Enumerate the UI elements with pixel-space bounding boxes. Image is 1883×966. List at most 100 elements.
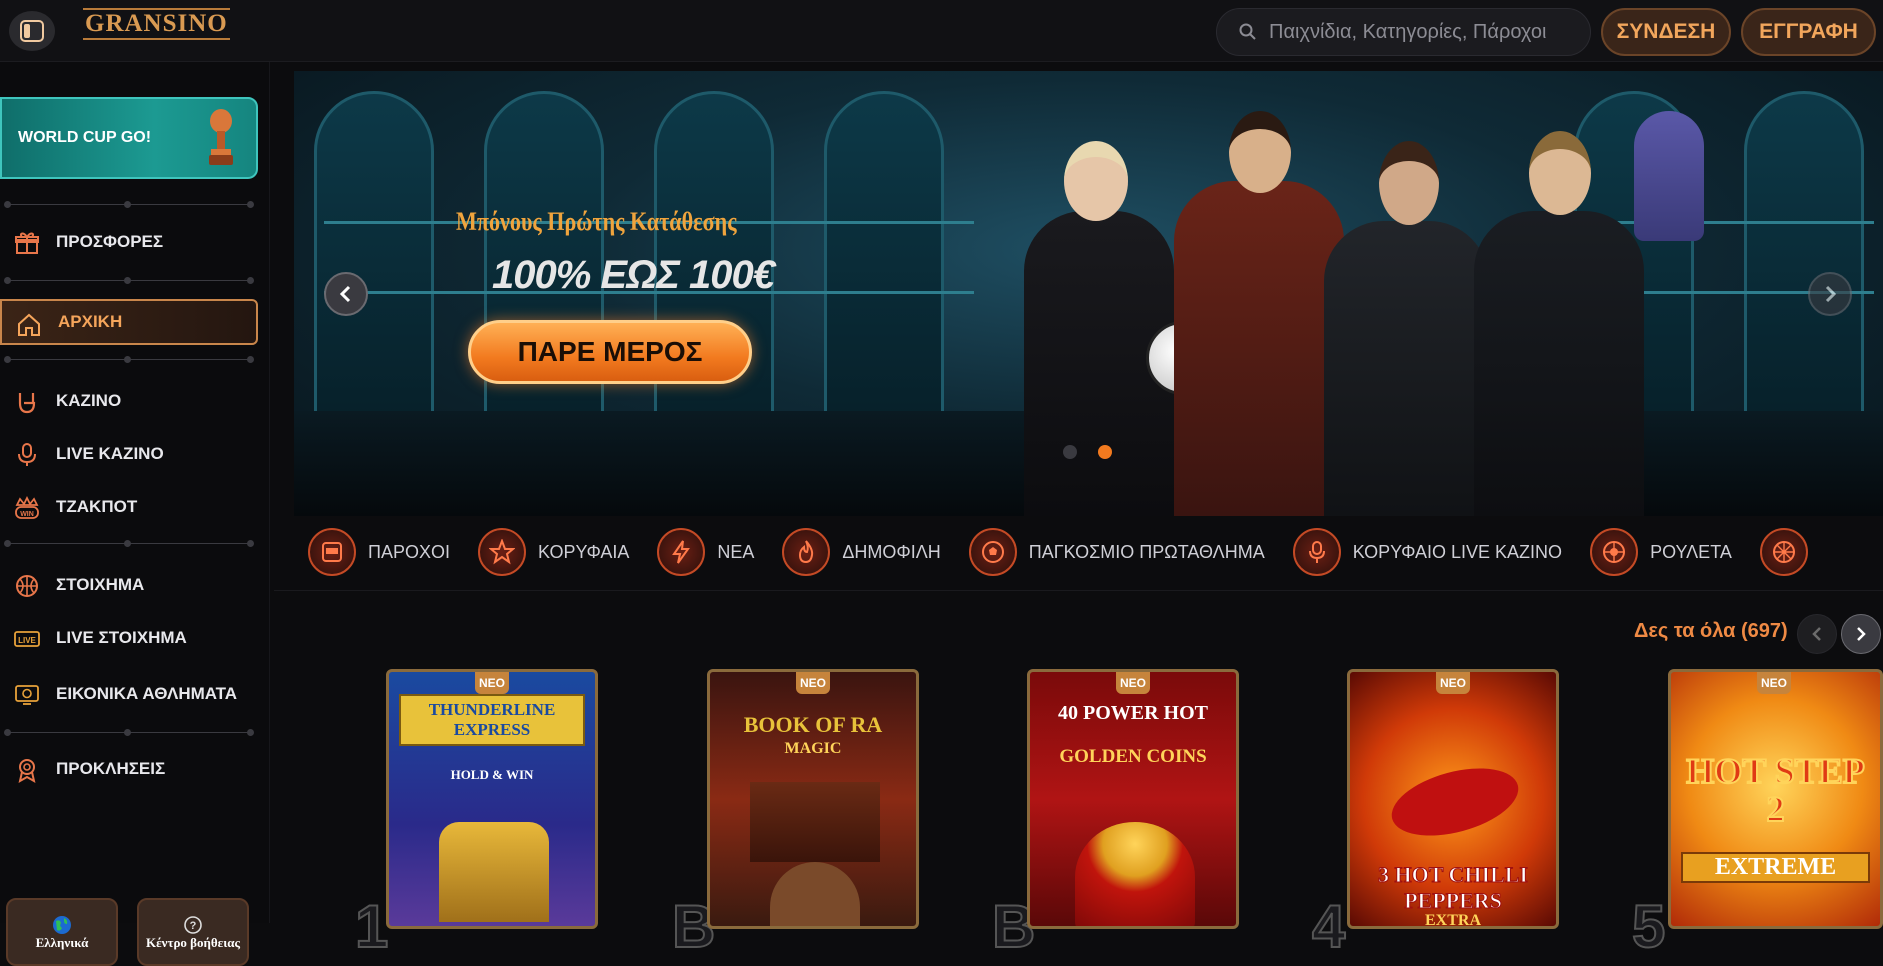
- hero-banner[interactable]: Μπόνους Πρώτης Κατάθεσης 100% ΕΩΣ 100€ Π…: [294, 71, 1883, 516]
- lightning-icon: [657, 528, 706, 576]
- bar-arch: [824, 91, 944, 451]
- hero-cta-button[interactable]: ΠΑΡΕ ΜΕΡΟΣ: [468, 320, 752, 384]
- games-prev-button[interactable]: [1797, 614, 1837, 654]
- sidebar-divider: [0, 275, 258, 287]
- soccer-ball-icon: [968, 528, 1017, 576]
- wheel-icon: [1759, 528, 1808, 576]
- banner-person-head: [1529, 131, 1591, 215]
- help-center-button[interactable]: ? Κέντρο βοήθειας: [137, 898, 249, 966]
- basketball-icon: [16, 575, 38, 597]
- new-badge: ΝΕΟ: [475, 672, 509, 694]
- category-label: ΚΟΡΥΦΑΙΑ: [538, 541, 630, 562]
- category-label: ΝΕΑ: [717, 541, 755, 562]
- new-badge: ΝΕΟ: [1116, 672, 1150, 694]
- temple-illustration: [750, 782, 880, 862]
- category-providers[interactable]: ΠΑΡΟΧΟΙ: [308, 528, 450, 576]
- chevron-right-icon: [1857, 627, 1866, 641]
- sidebar-item-label: ΠΡΟΣΦΟΡΕΣ: [56, 232, 164, 251]
- foam-finger: [1634, 111, 1704, 241]
- category-top-live-casino[interactable]: ΚΟΡΥΦΑΙΟ LIVE ΚΑΖΙΝΟ: [1292, 528, 1562, 576]
- bar-shelf: [1584, 221, 1874, 224]
- svg-text:LIVE: LIVE: [18, 636, 36, 645]
- search-input[interactable]: [1269, 20, 1569, 44]
- chevron-left-icon: [1812, 627, 1821, 641]
- game-subtitle: EXTREME: [1681, 852, 1870, 883]
- sidebar-item-jackpot[interactable]: WIN ΤΖΑΚΠΟΤ: [0, 484, 258, 530]
- game-title: BOOK OF RA: [743, 712, 883, 737]
- chevron-left-icon: [339, 285, 351, 303]
- game-subtitle: EXTRA: [1424, 912, 1481, 929]
- game-subtitle: HOLD & WIN: [450, 767, 534, 782]
- slide-dot-active[interactable]: [1098, 445, 1112, 459]
- game-card[interactable]: ΝΕΟ HOT STEP 2 EXTREME: [1668, 669, 1883, 929]
- gift-icon: [15, 232, 39, 254]
- slot-machine-icon: [308, 528, 356, 576]
- roulette-icon: [1590, 528, 1639, 576]
- sidebar-item-virtual-sports[interactable]: ΕΙΚΟΝΙΚΑ ΑΘΛΗΜΑΤΑ: [0, 666, 258, 722]
- sidebar-item-offers[interactable]: ΠΡΟΣΦΟΡΕΣ: [0, 219, 258, 265]
- hero-next-button[interactable]: [1808, 272, 1852, 316]
- sidebar-item-label: ΣΤΟΙΧΗΜΑ: [56, 575, 145, 594]
- sidebar-item-casino[interactable]: ΚΑΖΙΝΟ: [0, 378, 258, 424]
- hero-subtitle: Μπόνους Πρώτης Κατάθεσης: [456, 207, 737, 236]
- sidebar-item-betting[interactable]: ΣΤΟΙΧΗΜΑ: [0, 562, 258, 608]
- games-next-button[interactable]: [1841, 614, 1881, 654]
- award-icon: [18, 759, 36, 783]
- world-cup-promo[interactable]: WORLD CUP GO!: [0, 97, 258, 179]
- sidebar-item-home[interactable]: ΑΡΧΙΚΗ: [0, 299, 258, 345]
- hero-prev-button[interactable]: [324, 272, 368, 316]
- logo[interactable]: GRANSINO: [83, 8, 230, 40]
- sidebar-divider: [0, 354, 258, 366]
- sidebar-divider: [0, 199, 258, 211]
- rank-number: 4: [1311, 892, 1346, 961]
- rank-number: 1: [354, 892, 389, 961]
- register-button[interactable]: ΕΓΓΡΑΦΗ: [1741, 8, 1876, 56]
- banner-person-head: [1229, 111, 1291, 193]
- login-button[interactable]: ΣΥΝΔΕΣΗ: [1601, 8, 1731, 56]
- banner-person: [1474, 211, 1644, 516]
- coin-pot-illustration: [1075, 822, 1195, 926]
- sidebar-item-challenges[interactable]: ΠΡΟΚΛΗΣΕΙΣ: [0, 746, 258, 792]
- category-top[interactable]: ΚΟΡΥΦΑΙΑ: [478, 528, 629, 576]
- search-box[interactable]: [1216, 8, 1591, 56]
- game-card[interactable]: ΝΕΟ THUNDERLINE EXPRESS HOLD & WIN: [386, 669, 598, 929]
- train-illustration: [439, 822, 549, 922]
- game-card[interactable]: ΝΕΟ BOOK OF RA MAGIC: [707, 669, 919, 929]
- see-all-link[interactable]: Δες τα όλα (697): [1634, 620, 1788, 643]
- banner-person: [1174, 181, 1344, 516]
- svg-text:WIN: WIN: [20, 511, 34, 518]
- game-subtitle: GOLDEN COINS: [1059, 746, 1207, 767]
- category-label: ΡΟΥΛΕΤΑ: [1650, 541, 1732, 562]
- sidebar-item-live-betting[interactable]: LIVE LIVE ΣΤΟΙΧΗΜΑ: [0, 615, 258, 661]
- category-world-cup[interactable]: ΠΑΓΚΟΣΜΙΟ ΠΡΩΤΑΘΛΗΜΑ: [968, 528, 1265, 576]
- section-divider: [274, 590, 1883, 591]
- sidebar-divider: [0, 727, 258, 739]
- star-icon: [478, 528, 527, 576]
- new-badge: ΝΕΟ: [1757, 672, 1791, 694]
- sidebar-toggle-button[interactable]: [9, 11, 55, 51]
- category-label: ΔΗΜΟΦΙΛΗ: [842, 541, 941, 562]
- category-popular[interactable]: ΔΗΜΟΦΙΛΗ: [782, 528, 941, 576]
- slide-dot[interactable]: [1063, 445, 1077, 459]
- search-icon: [1239, 23, 1256, 40]
- win-icon: WIN: [15, 495, 39, 519]
- sidebar-item-label: LIVE ΣΤΟΙΧΗΜΑ: [56, 628, 187, 647]
- chevron-right-icon: [1825, 285, 1837, 303]
- virtual-sports-icon: [15, 685, 39, 705]
- game-title: HOT STEP 2: [1685, 751, 1865, 829]
- game-card[interactable]: ΝΕΟ 3 HOT CHILLI PEPPERS EXTRA: [1347, 669, 1559, 929]
- game-title: THUNDERLINE EXPRESS: [399, 694, 585, 746]
- game-title: 3 HOT CHILLI PEPPERS: [1378, 862, 1529, 914]
- category-more[interactable]: [1759, 528, 1820, 576]
- banner-person-head: [1064, 141, 1128, 221]
- sidebar-item-label: ΚΑΖΙΝΟ: [56, 391, 122, 410]
- language-button[interactable]: Ελληνικά: [6, 898, 118, 966]
- category-bar: ΠΑΡΟΧΟΙ ΚΟΡΥΦΑΙΑ ΝΕΑ ΔΗΜΟΦΙΛΗ ΠΑΓΚΟΣΜΙΟ …: [294, 520, 1883, 584]
- game-card[interactable]: ΝΕΟ 40 POWER HOT GOLDEN COINS: [1027, 669, 1239, 929]
- category-roulette[interactable]: ΡΟΥΛΕΤΑ: [1590, 528, 1732, 576]
- sidebar-item-label: ΤΖΑΚΠΟΤ: [56, 497, 138, 516]
- help-center-label: Κέντρο βοήθειας: [145, 934, 240, 950]
- category-new[interactable]: ΝΕΑ: [657, 528, 754, 576]
- globe-icon: [53, 915, 71, 934]
- sidebar-item-live-casino[interactable]: LIVE ΚΑΖΙΝΟ: [0, 431, 258, 477]
